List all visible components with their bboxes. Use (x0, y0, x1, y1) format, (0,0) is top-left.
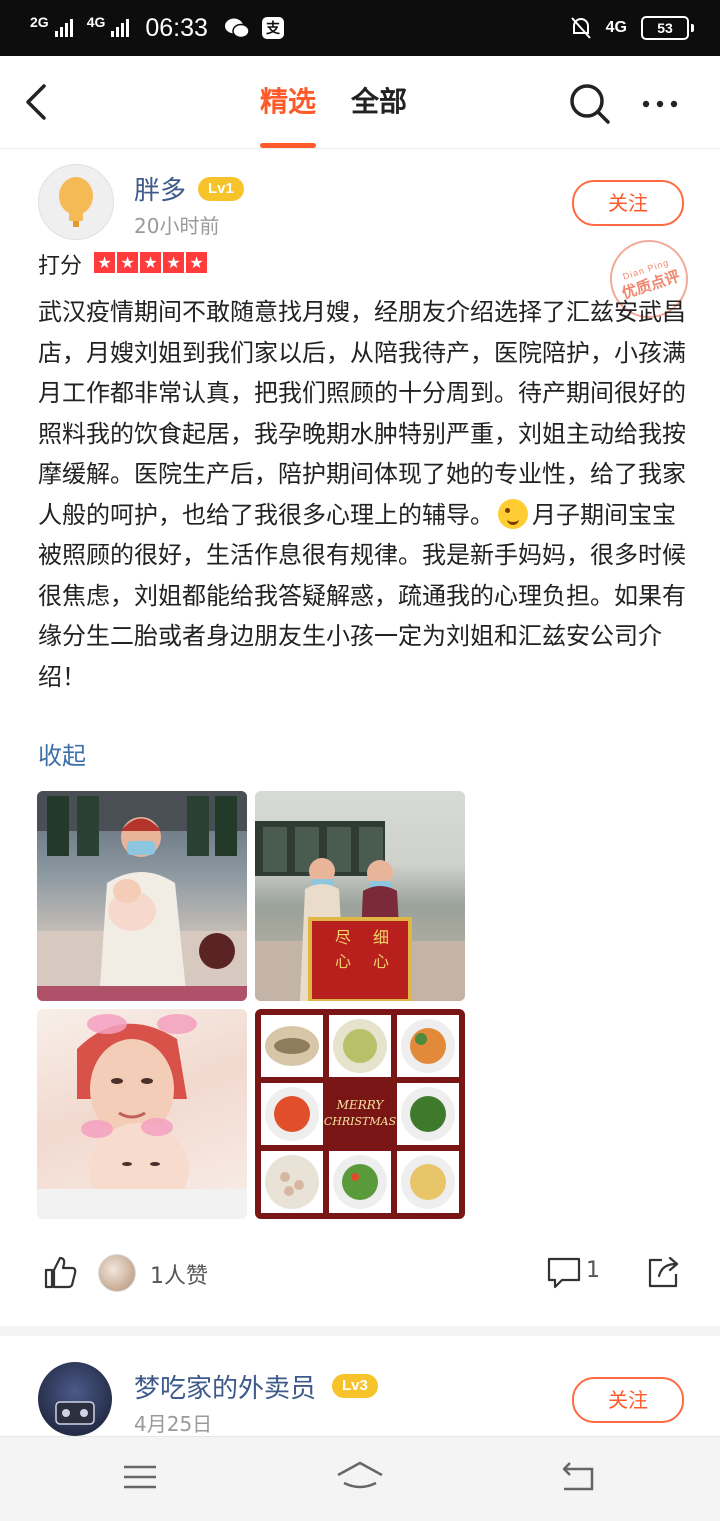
review-photo-1[interactable] (37, 791, 247, 1001)
clock: 06:33 (145, 13, 208, 42)
mute-bell-icon (570, 17, 591, 39)
post-time: 4月25日 (134, 1412, 213, 1436)
comment-count[interactable]: 1 (586, 1258, 600, 1283)
svg-text:心: 心 (335, 952, 351, 971)
level-badge: Lv3 (332, 1374, 378, 1398)
signal-icon-2 (111, 19, 130, 37)
emoji-icon (498, 498, 528, 529)
review-photo-3[interactable] (37, 1009, 247, 1219)
network-4g-label: 4G (86, 14, 106, 30)
avatar[interactable] (38, 164, 114, 240)
wechat-icon (224, 18, 250, 39)
network-2g-label: 2G (30, 14, 49, 30)
level-badge: Lv1 (198, 177, 244, 201)
network-4g-right: 4G (605, 19, 627, 36)
status-bar: 2G 4G 06:33 支 4G 53 (0, 0, 720, 56)
username[interactable]: 梦吃家的外卖员 (134, 1368, 316, 1405)
star-icon: ★ (163, 252, 184, 273)
svg-text:CHRISTMAS: CHRISTMAS (324, 1115, 397, 1128)
top-nav: 精选 全部 (0, 56, 720, 149)
liker-avatar[interactable] (98, 1254, 136, 1292)
alipay-icon: 支 (261, 17, 284, 39)
back-icon[interactable] (18, 80, 58, 124)
tab-featured[interactable]: 精选 (260, 82, 317, 148)
more-icon[interactable] (640, 82, 684, 126)
star-icon: ★ (140, 252, 161, 273)
star-icon: ★ (94, 252, 115, 273)
star-icon: ★ (117, 252, 138, 273)
signal-icon (54, 19, 73, 37)
search-icon[interactable] (568, 82, 612, 126)
collapse-link[interactable]: 收起 (38, 736, 86, 771)
review-photo-4[interactable]: MERRY CHRISTMAS (255, 1009, 465, 1219)
back-nav-icon[interactable] (558, 1457, 598, 1497)
review-text: 武汉疫情期间不敢随意找月嫂，经朋友介绍选择了汇兹安武昌店，月嫂刘姐到我们家以后，… (38, 298, 686, 691)
comment-icon[interactable] (546, 1256, 582, 1290)
share-icon[interactable] (646, 1254, 682, 1290)
home-icon[interactable] (334, 1457, 386, 1497)
svg-text:MERRY: MERRY (336, 1098, 385, 1112)
default-avatar-icon (59, 177, 93, 227)
review-photo-2[interactable]: 尽 细 心 心 (255, 791, 465, 1001)
tab-all[interactable]: 全部 (351, 82, 407, 122)
star-icon: ★ (186, 252, 207, 273)
star-rating: ★ ★ ★ ★ ★ (94, 252, 207, 273)
svg-text:尽: 尽 (335, 928, 351, 947)
svg-text:细: 细 (373, 928, 389, 947)
thumbs-up-icon[interactable] (42, 1254, 78, 1290)
username[interactable]: 胖多 (134, 170, 186, 207)
likes-count[interactable]: 1人赞 (150, 1258, 208, 1290)
svg-text:心: 心 (373, 952, 389, 971)
follow-button[interactable]: 关注 (572, 180, 684, 226)
card-divider (0, 1326, 720, 1336)
score-label: 打分 (38, 254, 83, 279)
avatar[interactable] (38, 1362, 112, 1436)
battery-level: 53 (641, 16, 689, 40)
post-time: 20小时前 (134, 214, 220, 238)
battery-icon: 53 (641, 16, 694, 40)
system-nav-bar (0, 1436, 720, 1521)
menu-icon[interactable] (120, 1457, 160, 1497)
follow-button[interactable]: 关注 (572, 1377, 684, 1423)
